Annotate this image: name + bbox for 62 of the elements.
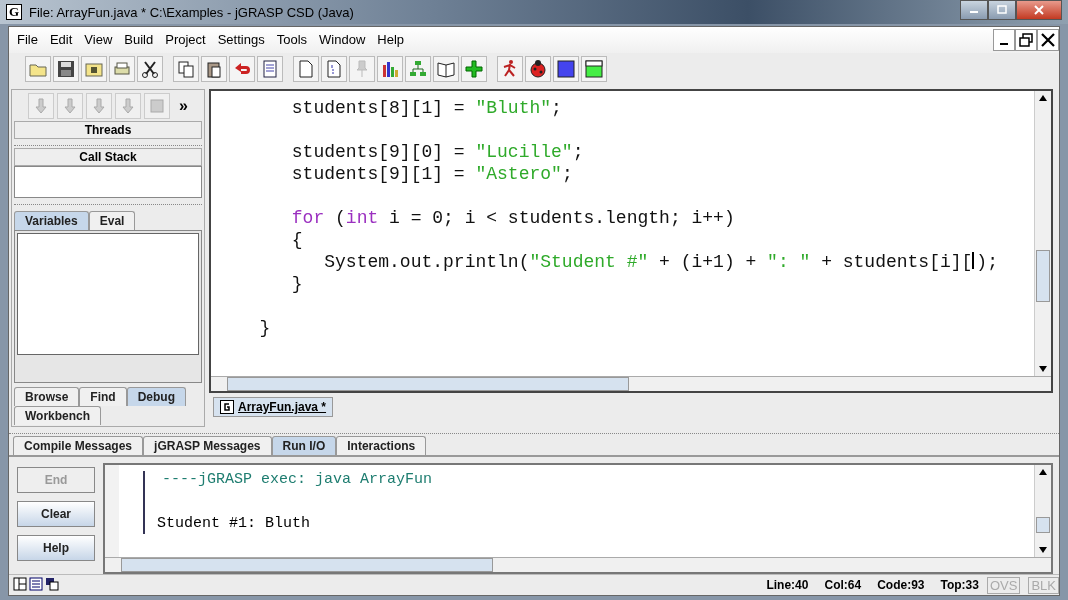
scroll-thumb[interactable] — [121, 558, 493, 573]
maximize-icon[interactable] — [988, 0, 1016, 20]
copy-icon[interactable] — [173, 55, 199, 82]
menu-item[interactable]: Project — [161, 32, 214, 48]
bar-chart-icon[interactable] — [377, 55, 403, 82]
tab[interactable]: Compile Messages — [13, 435, 144, 455]
horizontal-scrollbar[interactable] — [211, 375, 1051, 391]
menu-item[interactable]: Window — [315, 32, 374, 48]
app-icon: G — [6, 4, 22, 20]
menu-item[interactable]: View — [80, 32, 121, 48]
minimize-icon[interactable] — [993, 28, 1015, 51]
square-icon[interactable] — [553, 55, 579, 82]
scissors-icon[interactable] — [137, 55, 163, 82]
numbered-page-icon[interactable] — [321, 55, 347, 82]
vertical-scrollbar[interactable] — [1034, 464, 1051, 558]
status-field: Line:40 — [766, 578, 809, 593]
file-icon — [220, 399, 234, 414]
page-icon[interactable] — [293, 55, 319, 82]
window-icon[interactable] — [581, 55, 607, 82]
tab[interactable]: Interactions — [336, 435, 427, 455]
menu-item[interactable]: Help — [373, 32, 413, 48]
horizontal-scrollbar[interactable] — [105, 557, 1051, 573]
tab[interactable]: Find — [79, 386, 127, 406]
minimize-icon[interactable] — [960, 0, 988, 20]
scroll-thumb[interactable] — [1036, 516, 1050, 533]
menu-item[interactable]: Settings — [213, 32, 273, 48]
paste-icon[interactable] — [201, 55, 227, 82]
tab[interactable]: jGRASP Messages — [143, 435, 272, 455]
close-icon[interactable] — [1037, 28, 1059, 51]
window-title: File: ArrayFun.java * C:\Examples - jGRASP CSD (Java) — [29, 4, 354, 20]
document-icon[interactable] — [257, 55, 283, 82]
call-stack-header: Call Stack — [14, 147, 202, 166]
list-icon[interactable] — [29, 576, 43, 594]
windows-icon[interactable] — [45, 576, 59, 594]
threads-header: Threads — [14, 120, 202, 139]
book-icon[interactable] — [433, 55, 459, 82]
tab[interactable]: Browse — [14, 386, 80, 406]
tab[interactable]: Debug — [126, 386, 187, 406]
menu-item[interactable]: Edit — [45, 32, 81, 48]
menu-item[interactable]: Build — [120, 32, 162, 48]
file-tab[interactable]: ArrayFun.java * — [213, 396, 334, 417]
button[interactable]: Clear — [17, 500, 95, 527]
status-field: Top:33 — [940, 578, 979, 593]
menu-item[interactable]: File — [13, 32, 46, 48]
status-field: Code:93 — [877, 578, 925, 593]
tab[interactable]: Variables — [14, 210, 89, 230]
restore-icon[interactable] — [1015, 28, 1037, 51]
more-button[interactable]: » — [179, 96, 188, 115]
undo-icon[interactable] — [229, 55, 255, 82]
scroll-thumb[interactable] — [1036, 249, 1050, 302]
status-field: Col:64 — [824, 578, 862, 593]
ladybug-icon[interactable] — [525, 55, 551, 82]
tab[interactable]: Run I/O — [271, 435, 337, 455]
vertical-scrollbar[interactable] — [1034, 90, 1051, 376]
scroll-thumb[interactable] — [227, 376, 629, 391]
plus-icon[interactable] — [461, 55, 487, 82]
layout-icon[interactable] — [13, 576, 27, 594]
close-icon[interactable] — [1016, 0, 1062, 20]
menu-item[interactable]: Tools — [272, 32, 316, 48]
button[interactable]: Help — [17, 534, 95, 561]
tab[interactable]: Eval — [88, 210, 136, 230]
running-figure-icon[interactable] — [497, 55, 523, 82]
